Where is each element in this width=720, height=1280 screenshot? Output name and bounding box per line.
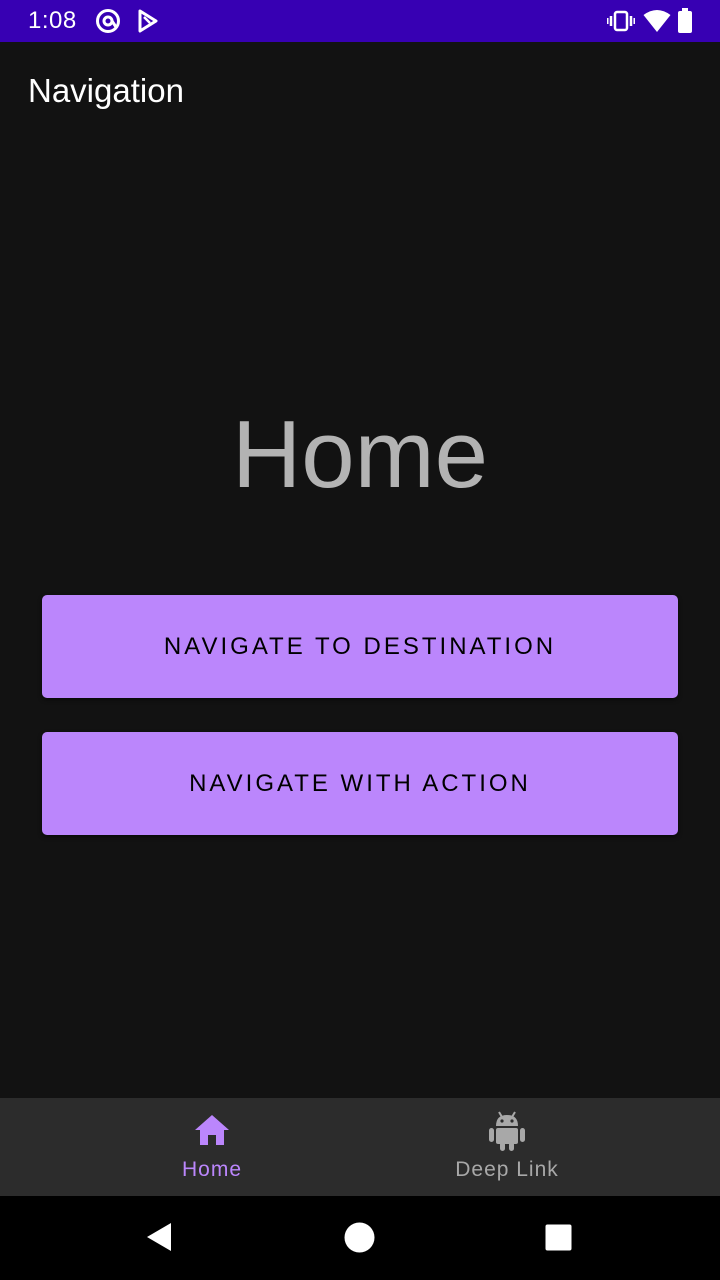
back-icon[interactable] (146, 1222, 172, 1252)
app-title: Navigation (28, 72, 184, 109)
status-bar: 1:08 (0, 0, 720, 42)
home-icon (195, 1115, 229, 1145)
android-icon (489, 1111, 525, 1151)
home-heading: Home (231, 401, 489, 508)
status-time: 1:08 (28, 7, 77, 34)
recents-icon[interactable] (545, 1224, 572, 1251)
bottom-nav-label-deep-link: Deep Link (455, 1158, 559, 1181)
battery-icon (678, 8, 692, 33)
navigate-to-destination-button[interactable]: NAVIGATE TO DESTINATION (42, 595, 678, 698)
navigate-with-action-button[interactable]: NAVIGATE WITH ACTION (42, 732, 678, 835)
play-store-notification-icon (138, 9, 158, 33)
bottom-nav-item-deep-link[interactable]: Deep Link (327, 1098, 687, 1196)
bottom-navigation: Home Deep Link (0, 1098, 720, 1196)
at-sign-notification-icon (96, 9, 120, 33)
home-circle-icon[interactable] (344, 1222, 375, 1253)
wifi-icon (643, 10, 671, 32)
app-bar: Navigation (0, 42, 720, 142)
vibrate-icon (607, 10, 635, 32)
system-navigation-bar (0, 1196, 720, 1280)
